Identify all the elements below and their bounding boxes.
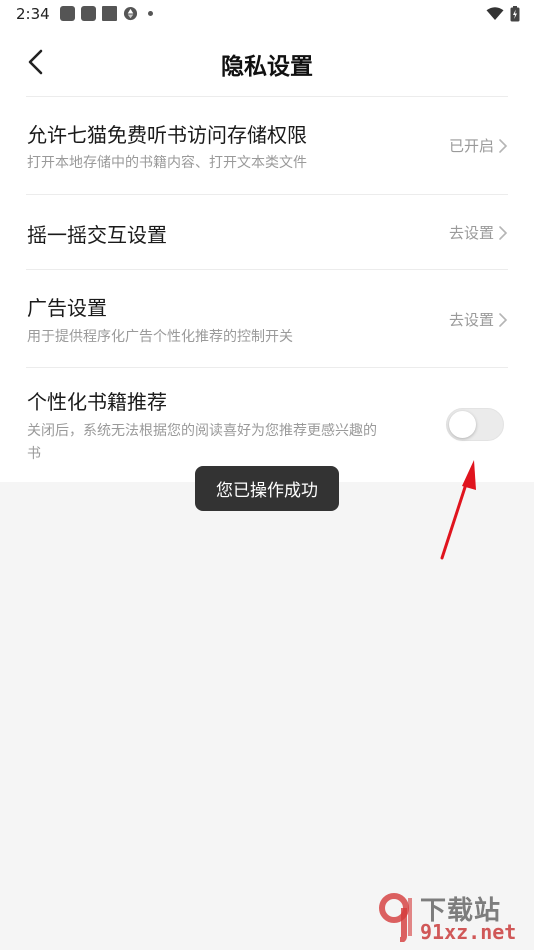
watermark-url: 91xz.net — [420, 920, 517, 944]
row-subtitle-line2: 书 — [27, 446, 41, 462]
ad-setting-row[interactable]: 广告设置 用于提供程序化广告个性化推荐的控制开关 去设置 — [0, 270, 534, 367]
row-title: 允许七猫免费听书访问存储权限 — [27, 123, 307, 147]
wifi-icon — [486, 7, 504, 20]
watermark-logo-icon — [379, 893, 412, 942]
row-status: 已开启 — [449, 135, 508, 156]
chevron-right-icon — [499, 225, 508, 240]
status-time: 2:34 — [16, 5, 50, 23]
row-action-label: 去设置 — [448, 224, 494, 242]
row-title: 个性化书籍推荐 — [27, 390, 167, 414]
battery-charging-icon — [510, 6, 520, 22]
aperture-icon — [123, 6, 138, 21]
toast-message: 您已操作成功 — [195, 466, 339, 511]
status-bar: 2:34 — [0, 0, 534, 28]
personalized-recommend-toggle[interactable] — [446, 408, 504, 441]
watermark: 下载站 91xz.net — [378, 886, 528, 946]
app-notification-icon — [81, 6, 96, 21]
notification-icons — [60, 6, 153, 21]
more-notifications-dot — [148, 11, 153, 16]
storage-permission-row[interactable]: 允许七猫免费听书访问存储权限 打开本地存储中的书籍内容、打开文本类文件 已开启 — [0, 97, 534, 194]
row-action-label: 去设置 — [448, 311, 494, 329]
row-title: 广告设置 — [27, 296, 107, 320]
top-app-bar: 隐私设置 — [0, 36, 534, 88]
chevron-right-icon — [499, 138, 508, 153]
row-subtitle-line1: 关闭后，系统无法根据您的阅读喜好为您推荐更感兴趣的 — [27, 423, 377, 439]
row-action: 去设置 — [449, 309, 508, 330]
row-subtitle: 用于提供程序化广告个性化推荐的控制开关 — [27, 329, 293, 345]
row-status-label: 已开启 — [448, 137, 494, 155]
shake-setting-row[interactable]: 摇一摇交互设置 去设置 — [0, 195, 534, 269]
row-subtitle: 打开本地存储中的书籍内容、打开文本类文件 — [27, 155, 307, 171]
toggle-knob — [449, 411, 476, 438]
row-title: 摇一摇交互设置 — [27, 223, 167, 247]
chevron-right-icon — [499, 312, 508, 327]
row-action: 去设置 — [449, 222, 508, 243]
app-notification-icon — [60, 6, 75, 21]
page-title: 隐私设置 — [221, 54, 313, 80]
image-notification-icon — [102, 6, 117, 21]
system-icons — [486, 6, 520, 22]
